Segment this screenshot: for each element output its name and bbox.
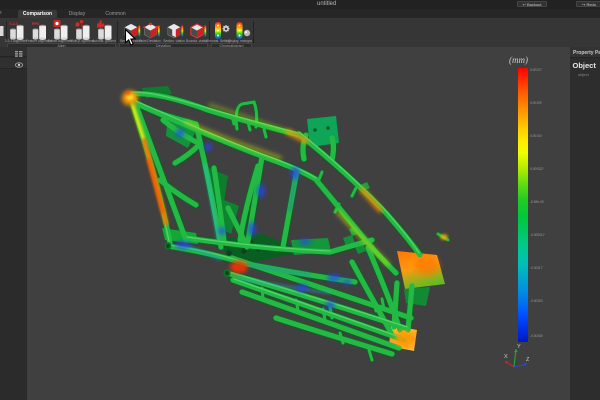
svg-text:X: X bbox=[504, 354, 508, 360]
svg-text:Z: Z bbox=[526, 357, 530, 363]
svg-text:Y: Y bbox=[517, 344, 521, 350]
